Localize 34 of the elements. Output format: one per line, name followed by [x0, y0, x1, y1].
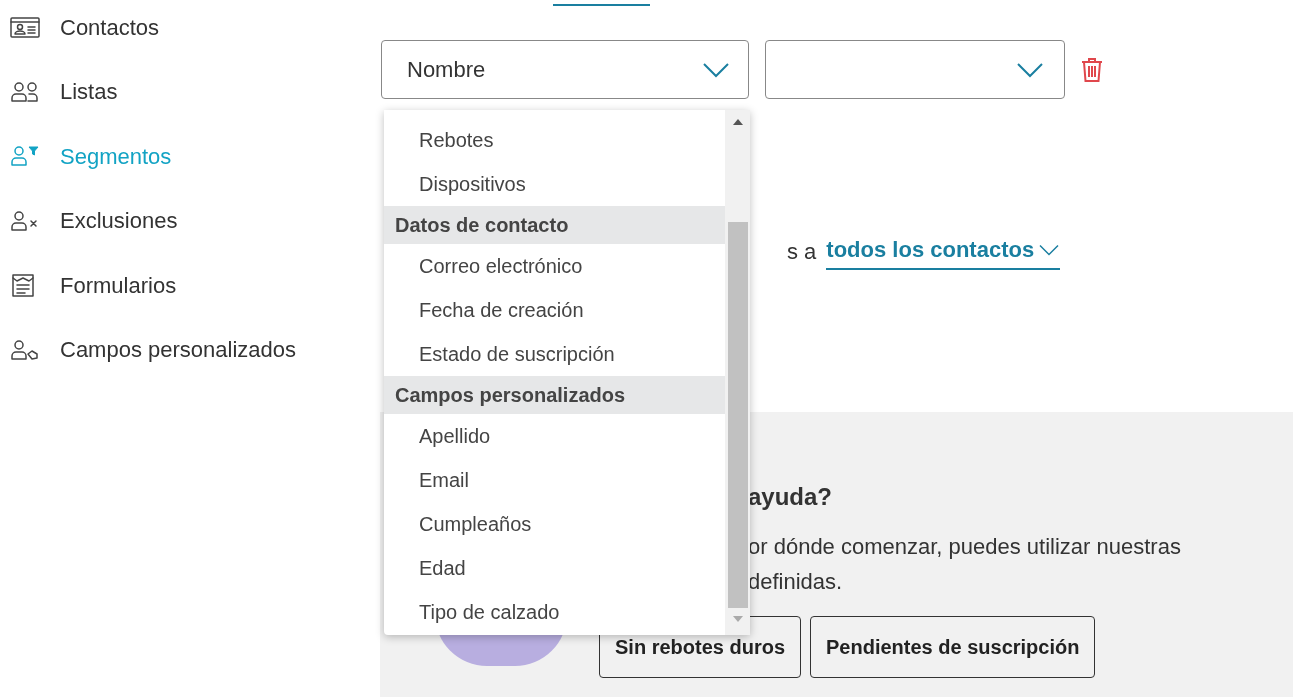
scrollbar-thumb[interactable] — [727, 222, 748, 608]
dropdown-option[interactable]: Estado de suscripción — [384, 332, 725, 376]
group-header: Campos personalizados — [384, 376, 725, 414]
operator-select[interactable] — [765, 40, 1065, 99]
field-select[interactable]: Nombre — [381, 40, 749, 99]
scrollbar[interactable] — [725, 110, 750, 635]
group-header: Datos de contacto — [384, 206, 725, 244]
contact-card-icon — [10, 15, 41, 40]
segment-button[interactable]: Pendientes de suscripción — [810, 616, 1096, 678]
chevron-down-icon — [1016, 61, 1044, 78]
audience-link[interactable]: todos los contactos — [826, 233, 1061, 270]
people-icon — [10, 79, 41, 104]
scroll-up-icon[interactable] — [732, 119, 743, 125]
person-filter-icon — [10, 144, 41, 169]
chevron-down-icon — [1038, 243, 1061, 256]
dropdown-option[interactable]: Edad — [384, 546, 725, 590]
sidebar-item[interactable]: Exclusiones — [10, 188, 370, 253]
trash-icon[interactable] — [1081, 56, 1103, 83]
dropdown-option[interactable]: Rebotes — [384, 118, 725, 162]
dropdown-option[interactable]: Correo electrónico — [384, 244, 725, 288]
person-tag-icon — [10, 337, 41, 362]
dropdown-option[interactable]: Fecha de creación — [384, 288, 725, 332]
help-title: ayuda? — [748, 482, 834, 512]
dropdown-option[interactable]: Apellido — [384, 414, 725, 458]
chevron-down-icon — [702, 61, 730, 78]
sidebar-item[interactable]: Listas — [10, 59, 370, 124]
sidebar-item[interactable]: Formularios — [10, 253, 370, 318]
sidebar-item[interactable]: Campos personalizados — [10, 317, 370, 382]
dropdown-option[interactable]: Dispositivos — [384, 162, 725, 206]
sidebar-item[interactable]: Contactos — [10, 0, 370, 60]
dropdown-option[interactable]: Email — [384, 458, 725, 502]
audience-text: s a — [787, 238, 817, 266]
scroll-down-icon[interactable] — [732, 616, 743, 622]
dropdown-option[interactable]: Cumpleaños — [384, 502, 725, 546]
